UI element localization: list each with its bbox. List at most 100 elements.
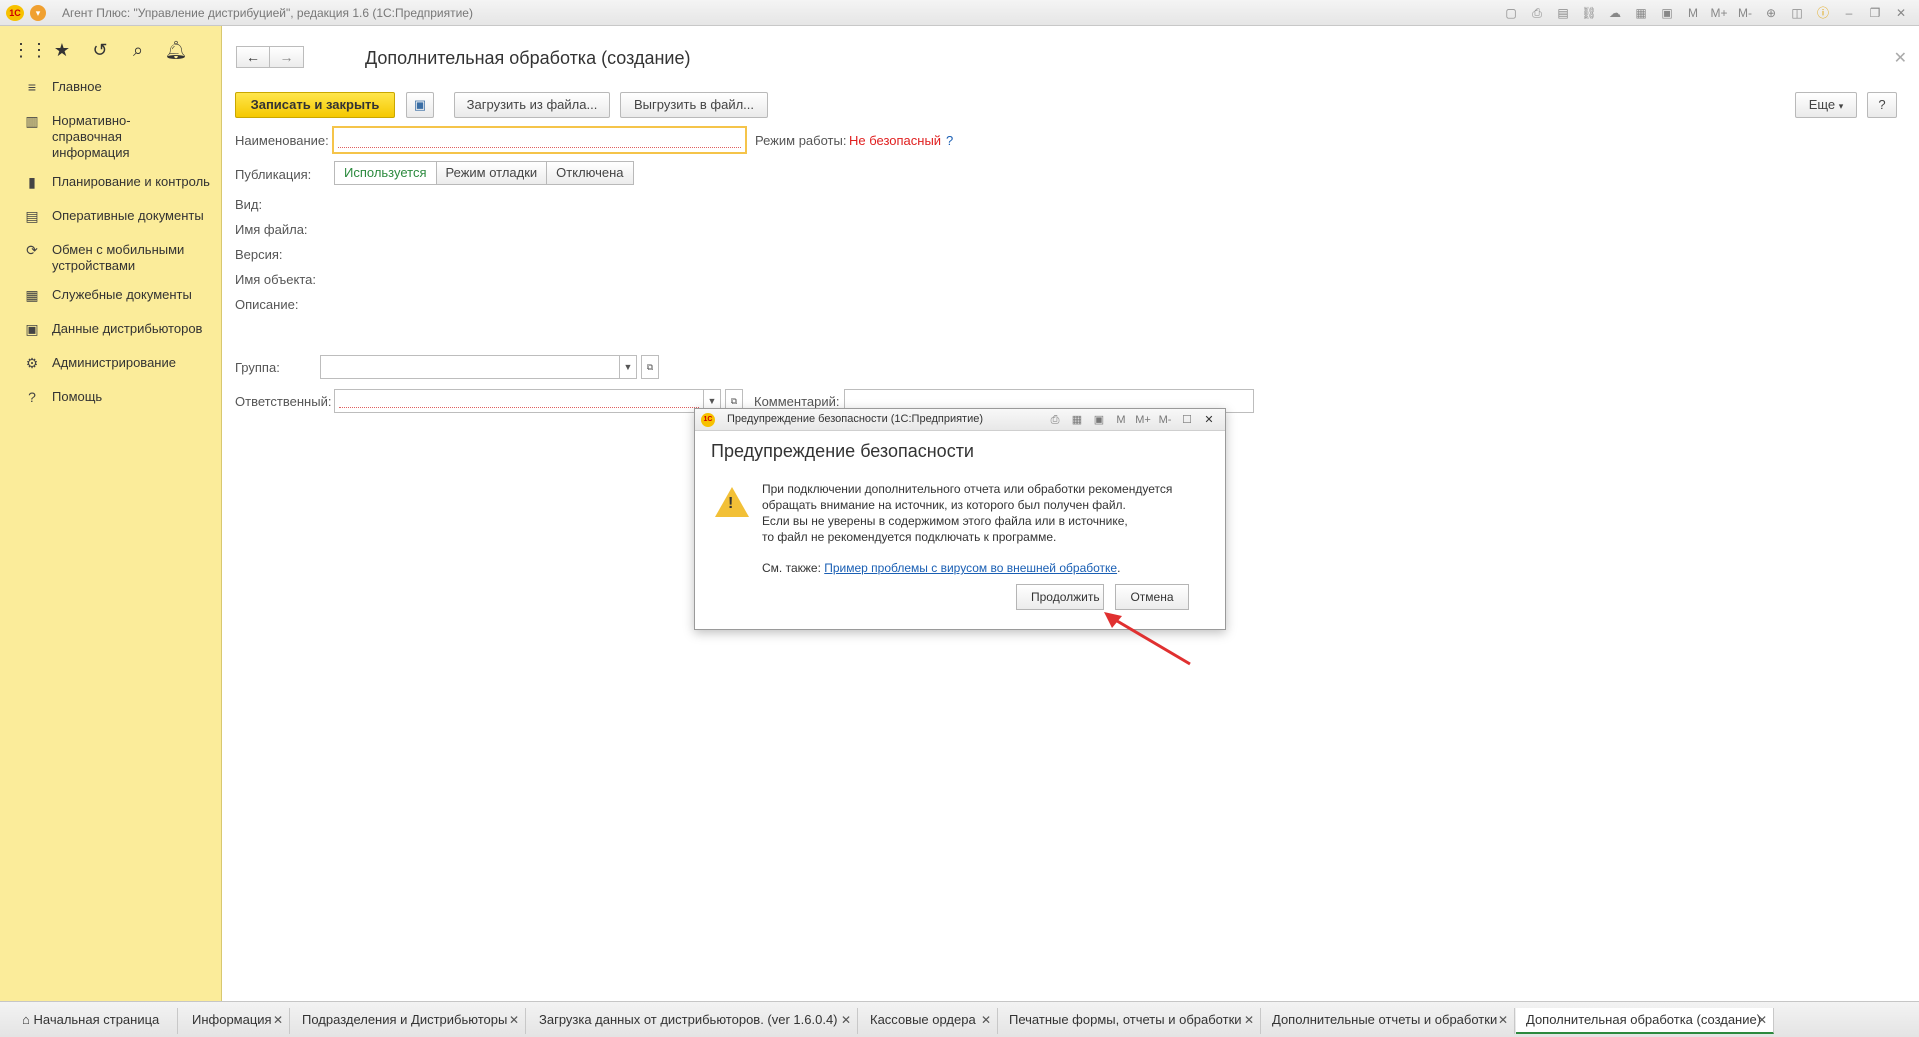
memory-minus-icon[interactable]: M- — [1735, 3, 1755, 23]
forward-arrow-icon[interactable]: → — [270, 46, 304, 68]
print-icon[interactable]: ⎙ — [1047, 411, 1063, 429]
document-icon: ▤ — [25, 208, 39, 224]
database-icon: ▣ — [25, 321, 39, 337]
virus-example-link[interactable]: Пример проблемы с вирусом во внешней обр… — [824, 561, 1117, 575]
publication-option-disabled[interactable]: Отключена — [547, 161, 634, 185]
tab-home[interactable]: ⌂ Начальная страница — [12, 1008, 178, 1034]
memory-plus-icon[interactable]: M+ — [1135, 411, 1151, 429]
required-marker — [339, 407, 699, 408]
close-tab-icon[interactable]: ✕ — [981, 1008, 991, 1032]
close-form-icon[interactable]: ✕ — [1894, 48, 1907, 68]
sidebar-item-operational-docs[interactable]: ▤ Оперативные документы — [0, 201, 222, 235]
print-icon[interactable]: ⎙ — [1527, 3, 1547, 23]
close-tab-icon[interactable]: ✕ — [509, 1008, 519, 1032]
help-button[interactable]: ? — [1867, 92, 1897, 118]
tab-divisions[interactable]: Подразделения и Дистрибьюторы ✕ — [292, 1008, 526, 1034]
group-open-button[interactable]: ⧉ — [641, 355, 659, 379]
tab-print-forms[interactable]: Печатные формы, отчеты и обработки ✕ — [999, 1008, 1261, 1034]
save-icon[interactable]: ▢ — [1501, 3, 1521, 23]
sidebar-item-admin[interactable]: ⚙ Администрирование — [0, 348, 222, 382]
page-title: Дополнительная обработка (создание) — [365, 48, 691, 68]
close-window-icon[interactable]: ✕ — [1891, 3, 1911, 23]
tab-additional-reports[interactable]: Дополнительные отчеты и обработки ✕ — [1262, 1008, 1515, 1034]
responsible-label: Ответственный: — [235, 394, 332, 409]
publication-switch: Используется Режим отладки Отключена — [334, 161, 634, 185]
back-arrow-icon[interactable]: ← — [236, 46, 270, 68]
publication-option-used[interactable]: Используется — [334, 161, 437, 185]
group-dropdown-button[interactable]: ▼ — [619, 355, 637, 379]
object-name-label: Имя объекта: — [235, 272, 317, 287]
sidebar-item-main[interactable]: ≡ Главное — [0, 72, 222, 106]
close-tab-icon[interactable]: ✕ — [1757, 1008, 1767, 1032]
filename-label: Имя файла: — [235, 222, 308, 237]
preview-icon[interactable]: ▤ — [1553, 3, 1573, 23]
close-icon[interactable]: ✕ — [1201, 411, 1217, 429]
security-warning-dialog: 1С Предупреждение безопасности (1С:Предп… — [694, 408, 1226, 630]
export-to-file-button[interactable]: Выгрузить в файл... — [620, 92, 768, 118]
save-icon-button[interactable]: ▣ — [406, 92, 434, 118]
mode-help-link[interactable]: ? — [946, 133, 953, 148]
maximize-icon[interactable]: ☐ — [1179, 411, 1195, 429]
load-from-file-button[interactable]: Загрузить из файла... — [454, 92, 610, 118]
more-button[interactable]: Еще ▾ — [1795, 92, 1857, 118]
panels-icon[interactable]: ◫ — [1787, 3, 1807, 23]
bell-icon[interactable]: 🔔︎ — [164, 38, 188, 62]
memory-plus-icon[interactable]: M+ — [1709, 3, 1729, 23]
cancel-button[interactable]: Отмена — [1115, 584, 1189, 610]
sidebar-toolbar: ⋮⋮ ★ ↺ ⌕ 🔔︎ — [12, 38, 188, 62]
calendar-icon[interactable]: ▣ — [1657, 3, 1677, 23]
sidebar-item-mobile-exchange[interactable]: ⟳ Обмен с мобильными устройствами — [0, 235, 222, 280]
main-menu-icon[interactable]: ▾ — [30, 5, 46, 21]
calendar-icon[interactable]: ▣ — [1091, 411, 1107, 429]
open-icon: ⧉ — [730, 396, 738, 406]
cloud-icon[interactable]: ☁ — [1605, 3, 1625, 23]
name-input[interactable] — [332, 126, 747, 154]
apps-grid-icon[interactable]: ⋮⋮ — [12, 38, 48, 62]
book-icon: ▥ — [25, 113, 39, 129]
publication-label: Публикация: — [235, 167, 312, 182]
search-icon[interactable]: ⌕ — [126, 38, 150, 62]
sidebar-item-service-docs[interactable]: ▦ Служебные документы — [0, 280, 222, 314]
memory-m-icon[interactable]: M — [1683, 3, 1703, 23]
sidebar-item-planning[interactable]: ▮ Планирование и контроль — [0, 167, 222, 201]
gear-icon: ⚙ — [25, 355, 39, 371]
close-tab-icon[interactable]: ✕ — [1498, 1008, 1508, 1032]
group-input[interactable] — [320, 355, 620, 379]
tab-cash-orders[interactable]: Кассовые ордера ✕ — [860, 1008, 998, 1034]
calc-icon[interactable]: ▦ — [1069, 411, 1085, 429]
publication-option-debug[interactable]: Режим отладки — [436, 161, 548, 185]
info-icon[interactable]: ⓘ — [1813, 3, 1833, 23]
chevron-down-icon: ▼ — [623, 362, 633, 372]
1c-logo-icon: 1С — [701, 413, 715, 427]
dialog-titlebar: 1С Предупреждение безопасности (1С:Предп… — [695, 409, 1225, 431]
tab-distributor-import[interactable]: Загрузка данных от дистрибьюторов. (ver … — [529, 1008, 858, 1034]
message-line: то файл не рекомендуется подключать к пр… — [762, 530, 1057, 544]
favorites-star-icon[interactable]: ★ — [50, 38, 74, 62]
arrow-head — [1104, 612, 1122, 628]
memory-m-icon[interactable]: M — [1113, 411, 1129, 429]
memory-minus-icon[interactable]: M- — [1157, 411, 1173, 429]
close-tab-icon[interactable]: ✕ — [273, 1008, 283, 1032]
comment-label: Комментарий: — [754, 394, 840, 409]
continue-button[interactable]: Продолжить — [1016, 584, 1104, 610]
sidebar-item-distributor-data[interactable]: ▣ Данные дистрибьюторов — [0, 314, 222, 348]
restore-icon[interactable]: ❐ — [1865, 3, 1885, 23]
dialog-window-title: Предупреждение безопасности (1С:Предприя… — [727, 413, 984, 425]
sync-icon: ⟳ — [26, 242, 38, 258]
open-windows-tabbar: ⌂ Начальная страница Информация ✕ Подразд… — [0, 1001, 1919, 1037]
sidebar-item-reference[interactable]: ▥ Нормативно-справочная информация — [0, 106, 222, 167]
zoom-icon[interactable]: ⊕ — [1761, 3, 1781, 23]
tab-info[interactable]: Информация ✕ — [182, 1008, 290, 1034]
sidebar-item-help[interactable]: ? Помощь — [0, 382, 222, 416]
history-icon[interactable]: ↺ — [88, 38, 112, 62]
link-icon[interactable]: ⛓ — [1579, 3, 1599, 23]
tab-additional-processing-create[interactable]: Дополнительная обработка (создание) ✕ — [1516, 1008, 1774, 1034]
titlebar-toolbar: ▢ ⎙ ▤ ⛓ ☁ ▦ ▣ M M+ M- ⊕ ◫ ⓘ – ❐ ✕ — [1501, 3, 1911, 23]
calc-icon[interactable]: ▦ — [1631, 3, 1651, 23]
responsible-input[interactable] — [334, 389, 704, 413]
save-and-close-button[interactable]: Записать и закрыть — [235, 92, 395, 118]
close-tab-icon[interactable]: ✕ — [1244, 1008, 1254, 1032]
close-tab-icon[interactable]: ✕ — [841, 1008, 851, 1032]
minimize-icon[interactable]: – — [1839, 3, 1859, 23]
name-label: Наименование: — [235, 133, 329, 148]
